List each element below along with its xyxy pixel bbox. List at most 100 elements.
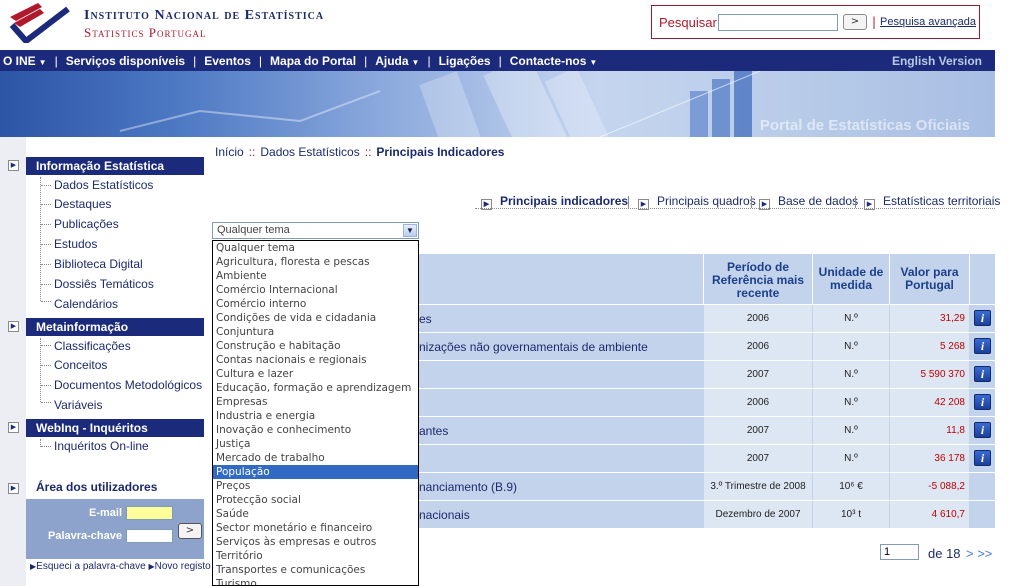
chevron-down-icon[interactable]: ▼ — [403, 224, 417, 237]
nav-item-mapa[interactable]: Mapa do Portal — [270, 54, 356, 68]
info-icon[interactable]: i — [974, 338, 991, 354]
dropdown-option[interactable]: Sector monetário e financeiro — [213, 521, 418, 535]
nav-label: Contacte-nos — [509, 53, 587, 68]
indicator-description[interactable]: es — [419, 312, 432, 326]
password-label: Palavra-chave — [48, 530, 122, 542]
sidebar-item-publicacoes[interactable]: Publicações — [54, 217, 119, 231]
indicator-description[interactable]: nacionais — [419, 508, 470, 522]
info-icon[interactable]: i — [974, 310, 991, 326]
unit-of-measure: N.º — [844, 425, 858, 436]
forgot-password-link[interactable]: Esqueci a palavra-chave — [36, 561, 146, 572]
sidebar-item-biblioteca-digital[interactable]: Biblioteca Digital — [54, 257, 143, 271]
dropdown-option[interactable]: Comércio interno — [213, 297, 418, 311]
expand-arrow-icon[interactable]: ▶ — [8, 321, 19, 332]
dropdown-option[interactable]: Industria e energia — [213, 409, 418, 423]
info-icon[interactable]: i — [974, 422, 991, 438]
dropdown-option[interactable]: Território — [213, 549, 418, 563]
nav-label: O INE — [3, 53, 36, 68]
sidebar-item-variaveis[interactable]: Variáveis — [54, 398, 102, 412]
info-icon[interactable]: i — [974, 394, 991, 410]
nav-item-o-ine[interactable]: O INE ▼ — [3, 54, 47, 68]
caret-down-icon: ▼ — [411, 57, 420, 67]
reference-period: 3.º Trimestre de 2008 — [710, 481, 806, 492]
dropdown-option[interactable]: Saúde — [213, 507, 418, 521]
banner-title: Portal de Estatísticas Oficiais — [759, 117, 970, 134]
sidebar-item-calendarios[interactable]: Calendários — [54, 297, 118, 311]
dropdown-option[interactable]: Condições de vida e cidadania — [213, 311, 418, 325]
dropdown-option[interactable]: Agricultura, floresta e pescas — [213, 255, 418, 269]
nav-item-servicos[interactable]: Serviços disponíveis — [66, 54, 185, 68]
user-area-title: Área dos utilizadores — [36, 480, 158, 494]
section-informacao-estatistica[interactable]: Informação Estatística — [26, 157, 204, 175]
indicator-value: 5 268 — [939, 341, 965, 352]
dropdown-option[interactable]: Conjuntura — [213, 325, 418, 339]
login-go-button[interactable]: > — [178, 523, 202, 539]
dropdown-option[interactable]: Construção e habitação — [213, 339, 418, 353]
nav-item-ligacoes[interactable]: Ligações — [439, 54, 491, 68]
unit-of-measure: N.º — [844, 341, 858, 352]
unit-of-measure: 10³ t — [840, 509, 861, 520]
sidebar-item-classificacoes[interactable]: Classificações — [54, 339, 131, 353]
dropdown-option[interactable]: Comércio Internacional — [213, 283, 418, 297]
dropdown-option[interactable]: Contas nacionais e regionais — [213, 353, 418, 367]
password-field[interactable] — [126, 529, 173, 543]
indicator-description[interactable]: antes — [419, 424, 448, 438]
theme-dropdown-list[interactable]: Qualquer tema Agricultura, floresta e pes… — [212, 240, 419, 586]
theme-select[interactable]: Qualquer tema ▼ — [212, 222, 419, 239]
advanced-search-link[interactable]: Pesquisa avançada — [880, 16, 976, 28]
nav-label: Ajuda — [375, 53, 409, 68]
dropdown-option[interactable]: Preços — [213, 479, 418, 493]
sidebar-item-conceitos[interactable]: Conceitos — [54, 358, 107, 372]
sidebar-item-inqueritos-online[interactable]: Inquéritos On-line — [54, 439, 149, 453]
english-version-link[interactable]: English Version — [892, 54, 982, 68]
nav-item-ajuda[interactable]: Ajuda ▼ — [375, 54, 419, 68]
expand-arrow-icon[interactable]: ▶ — [8, 422, 19, 433]
breadcrumb-home[interactable]: Início — [215, 145, 244, 159]
sidebar-item-dossies-tematicos[interactable]: Dossiês Temáticos — [54, 277, 154, 291]
email-field[interactable] — [126, 506, 173, 520]
breadcrumb: Início:: Dados Estatísticos:: Principais I… — [215, 145, 505, 159]
expand-arrow-icon[interactable]: ▶ — [8, 483, 19, 494]
dropdown-option[interactable]: Empresas — [213, 395, 418, 409]
info-icon[interactable]: i — [974, 366, 991, 382]
nav-item-eventos[interactable]: Eventos — [204, 54, 251, 68]
nav-item-contacte[interactable]: Contacte-nos ▼ — [510, 54, 598, 68]
logo-title: Instituto Nacional de Estatística — [84, 8, 325, 23]
dropdown-option[interactable]: Justiça — [213, 437, 418, 451]
page-number-input[interactable] — [880, 544, 919, 560]
indicator-value: 5 590 370 — [920, 369, 966, 380]
sidebar-item-documentos-metodologicos[interactable]: Documentos Metodológicos — [54, 378, 202, 392]
dropdown-option[interactable]: Transportes e comunicações — [213, 563, 418, 577]
breadcrumb-dados[interactable]: Dados Estatísticos — [260, 145, 359, 159]
section-webinq[interactable]: WebInq - Inquéritos — [26, 419, 204, 437]
indicator-description[interactable]: nizações não governamentais de ambiente — [419, 340, 648, 354]
register-link[interactable]: Novo registo — [155, 561, 211, 572]
dropdown-option[interactable]: Serviços às empresas e outros — [213, 535, 418, 549]
reference-period: 2006 — [746, 341, 770, 352]
dropdown-option[interactable]: Ambiente — [213, 269, 418, 283]
indicator-description[interactable]: nanciamento (B.9) — [419, 480, 517, 494]
sidebar-item-destaques[interactable]: Destaques — [54, 197, 111, 211]
table-header-unit: Unidade de medida — [813, 254, 889, 304]
expand-arrow-icon[interactable]: ▶ — [8, 160, 19, 171]
dropdown-option[interactable]: Turismo — [213, 577, 418, 585]
dropdown-option[interactable]: Protecção social — [213, 493, 418, 507]
dropdown-option[interactable]: Educação, formação e aprendizagem — [213, 381, 418, 395]
dropdown-option[interactable]: Cultura e lazer — [213, 367, 418, 381]
reference-period: 2007 — [746, 369, 770, 380]
info-icon[interactable]: i — [974, 450, 991, 466]
dropdown-option[interactable]: Mercado de trabalho — [213, 451, 418, 465]
unit-of-measure: 10⁶ € — [839, 481, 863, 492]
dropdown-option[interactable]: População — [213, 465, 418, 479]
search-box: Pesquisar > | Pesquisa avançada — [651, 5, 980, 39]
dropdown-option[interactable]: Inovação e conhecimento — [213, 423, 418, 437]
search-go-button[interactable]: > — [843, 14, 867, 30]
search-input[interactable] — [718, 14, 838, 31]
sidebar-item-estudos[interactable]: Estudos — [54, 237, 97, 251]
sidebar-item-dados-estatisticos[interactable]: Dados Estatísticos — [54, 178, 153, 192]
next-page-links[interactable]: > >> — [966, 546, 992, 561]
ine-logo-text[interactable]: Instituto Nacional de Estatística Statis… — [84, 8, 324, 41]
section-metainformacao[interactable]: Metainformação — [26, 318, 204, 336]
dropdown-option[interactable]: Qualquer tema — [213, 241, 418, 255]
ine-logo-icon[interactable] — [8, 3, 70, 43]
